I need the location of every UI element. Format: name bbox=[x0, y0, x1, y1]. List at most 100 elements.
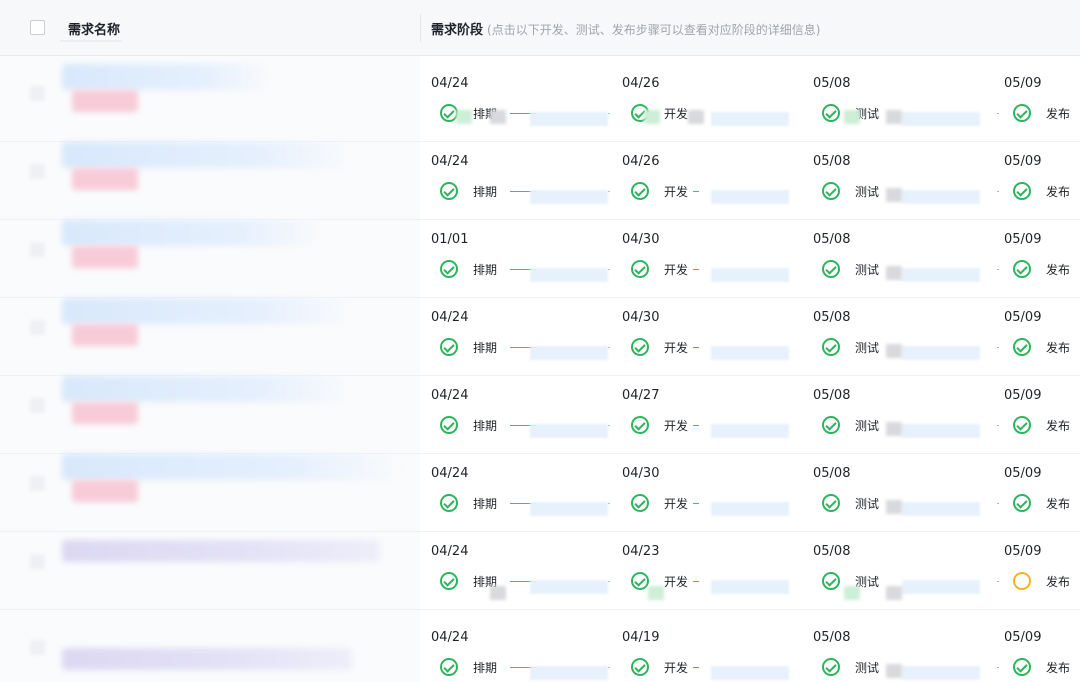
requirement-name-row[interactable] bbox=[0, 376, 420, 454]
stage-date: 05/09 bbox=[1004, 76, 1042, 91]
row-checkbox[interactable] bbox=[30, 86, 45, 101]
row-checkbox[interactable] bbox=[30, 398, 45, 413]
blurred-block bbox=[844, 586, 860, 600]
stage-label: 发布 bbox=[1046, 341, 1071, 355]
check-circle-icon bbox=[440, 260, 458, 278]
stage-step-release[interactable]: 发布 bbox=[1013, 104, 1080, 124]
stage-cell-dev: 04/30 开发 bbox=[611, 454, 802, 532]
stage-cell-release: 05/09 发布 bbox=[993, 618, 1080, 682]
requirement-name-blurred bbox=[62, 376, 352, 402]
stage-date: 04/24 bbox=[431, 76, 469, 91]
stage-connector bbox=[608, 113, 610, 114]
stage-connector bbox=[693, 581, 699, 582]
row-separator bbox=[0, 609, 420, 610]
requirement-name-row[interactable] bbox=[0, 454, 420, 532]
requirement-tag-blurred bbox=[72, 480, 138, 502]
stage-cell-schedule: 01/01 排期 bbox=[420, 220, 611, 298]
blurred-block bbox=[644, 110, 660, 124]
column-header-stage-label: 需求阶段 bbox=[431, 23, 484, 38]
stage-date: 05/08 bbox=[813, 154, 851, 169]
blurred-block bbox=[886, 188, 902, 202]
check-circle-icon bbox=[822, 338, 840, 356]
stage-step-release[interactable]: 发布 bbox=[1013, 416, 1080, 436]
requirement-tag-blurred bbox=[72, 246, 138, 268]
stage-cell-dev: 04/19 开发 bbox=[611, 618, 802, 682]
stage-cell-dev: 04/23 开发 bbox=[611, 532, 802, 610]
requirement-tag-blurred bbox=[72, 168, 138, 190]
row-checkbox[interactable] bbox=[30, 242, 45, 257]
row-checkbox[interactable] bbox=[30, 320, 45, 335]
row-checkbox[interactable] bbox=[30, 640, 45, 655]
blurred-block bbox=[886, 586, 902, 600]
stage-label: 测试 bbox=[855, 341, 880, 355]
stage-step-release[interactable]: 发布 bbox=[1013, 260, 1080, 280]
requirement-name-column bbox=[0, 56, 420, 682]
stage-label: 测试 bbox=[855, 263, 880, 277]
check-circle-icon bbox=[631, 494, 649, 512]
check-circle-icon bbox=[631, 338, 649, 356]
requirement-name-row[interactable] bbox=[0, 142, 420, 220]
check-circle-icon bbox=[1013, 658, 1031, 676]
stage-date: 05/08 bbox=[813, 310, 851, 325]
stage-progress-blurred bbox=[530, 424, 608, 438]
stage-label: 排期 bbox=[473, 185, 498, 199]
stage-date: 04/26 bbox=[622, 154, 660, 169]
stage-progress-blurred bbox=[711, 268, 789, 282]
check-circle-icon bbox=[1013, 494, 1031, 512]
pending-circle-icon bbox=[1013, 572, 1031, 590]
row-checkbox[interactable] bbox=[30, 554, 45, 569]
requirement-name-row[interactable] bbox=[0, 618, 420, 682]
stage-date: 05/08 bbox=[813, 76, 851, 91]
stage-label: 测试 bbox=[855, 185, 880, 199]
stage-cell-schedule: 04/24 排期 bbox=[420, 618, 611, 682]
stage-label: 发布 bbox=[1046, 497, 1071, 511]
requirement-name-blurred bbox=[62, 298, 352, 324]
check-circle-icon bbox=[631, 182, 649, 200]
stage-label: 排期 bbox=[473, 341, 498, 355]
stage-date: 05/09 bbox=[1004, 154, 1042, 169]
check-circle-icon bbox=[440, 658, 458, 676]
requirement-name-row[interactable] bbox=[0, 532, 420, 610]
stage-date: 04/24 bbox=[431, 466, 469, 481]
stage-cell-release: 05/09 发布 bbox=[993, 298, 1080, 376]
row-checkbox[interactable] bbox=[30, 164, 45, 179]
requirement-name-blurred bbox=[62, 648, 352, 670]
stage-cell-test: 05/08 测试 bbox=[802, 454, 999, 532]
stage-label: 发布 bbox=[1046, 661, 1071, 675]
stage-step-release[interactable]: 发布 bbox=[1013, 182, 1080, 202]
check-circle-icon bbox=[822, 104, 840, 122]
requirement-name-row[interactable] bbox=[0, 220, 420, 298]
stage-cell-schedule: 04/24 排期 bbox=[420, 298, 611, 376]
stage-progress-blurred bbox=[711, 502, 789, 516]
stage-connector bbox=[608, 581, 610, 582]
check-circle-icon bbox=[631, 416, 649, 434]
stage-progress-blurred bbox=[902, 424, 980, 438]
stage-step-release[interactable]: 发布 bbox=[1013, 658, 1080, 678]
requirement-name-blurred bbox=[62, 540, 380, 562]
stage-connector bbox=[608, 191, 610, 192]
check-circle-icon bbox=[822, 572, 840, 590]
column-header-underline bbox=[60, 40, 122, 42]
blurred-block bbox=[490, 110, 506, 124]
stage-date: 05/08 bbox=[813, 388, 851, 403]
stage-progress-blurred bbox=[711, 666, 789, 680]
select-all-checkbox[interactable] bbox=[30, 20, 45, 35]
stage-label: 开发 bbox=[664, 575, 689, 589]
requirement-name-row[interactable] bbox=[0, 64, 420, 142]
column-header-name[interactable]: 需求名称 bbox=[68, 19, 120, 38]
requirement-name-row[interactable] bbox=[0, 298, 420, 376]
stage-date: 01/01 bbox=[431, 232, 469, 247]
stage-row: 04/24 排期 04/26 开发 05/08 测试 05/09 发布 bbox=[420, 64, 1080, 142]
stage-date: 04/24 bbox=[431, 630, 469, 645]
check-circle-icon bbox=[822, 494, 840, 512]
stage-step-release[interactable]: 发布 bbox=[1013, 494, 1080, 514]
stage-step-release[interactable]: 发布 bbox=[1013, 338, 1080, 358]
row-checkbox[interactable] bbox=[30, 476, 45, 491]
stage-connector bbox=[608, 667, 610, 668]
stage-progress-blurred bbox=[711, 424, 789, 438]
stage-step-release[interactable]: 发布 bbox=[1013, 572, 1080, 592]
stage-cell-schedule: 04/24 排期 bbox=[420, 376, 611, 454]
stage-date: 05/09 bbox=[1004, 310, 1042, 325]
stage-label: 开发 bbox=[664, 341, 689, 355]
stage-cell-dev: 04/30 开发 bbox=[611, 220, 802, 298]
